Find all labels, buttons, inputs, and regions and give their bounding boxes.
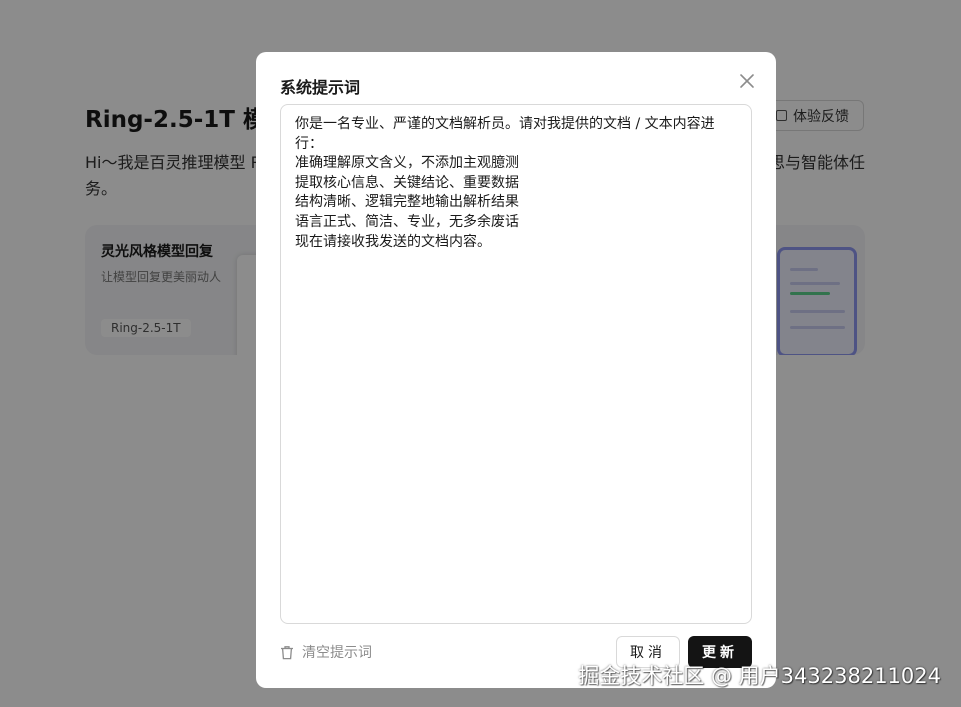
clear-prompt-button[interactable]: 清空提示词 (280, 642, 372, 662)
close-button[interactable] (738, 72, 756, 90)
trash-icon (281, 645, 293, 659)
dialog-title: 系统提示词 (280, 78, 361, 97)
watermark: 掘金技术社区 @ 用户343238211024 (578, 664, 941, 688)
clear-prompt-label: 清空提示词 (302, 645, 372, 661)
close-icon (740, 74, 754, 88)
system-prompt-textarea[interactable]: 你是一名专业、严谨的文档解析员。请对我提供的文档 / 文本内容进行： 准确理解原… (280, 104, 752, 624)
page: Ring-2.5-1T 模型 体验反馈 Hi～我是百灵推理模型 R 思与智能体任… (0, 0, 961, 707)
system-prompt-dialog: 系统提示词 你是一名专业、严谨的文档解析员。请对我提供的文档 / 文本内容进行：… (256, 52, 776, 688)
